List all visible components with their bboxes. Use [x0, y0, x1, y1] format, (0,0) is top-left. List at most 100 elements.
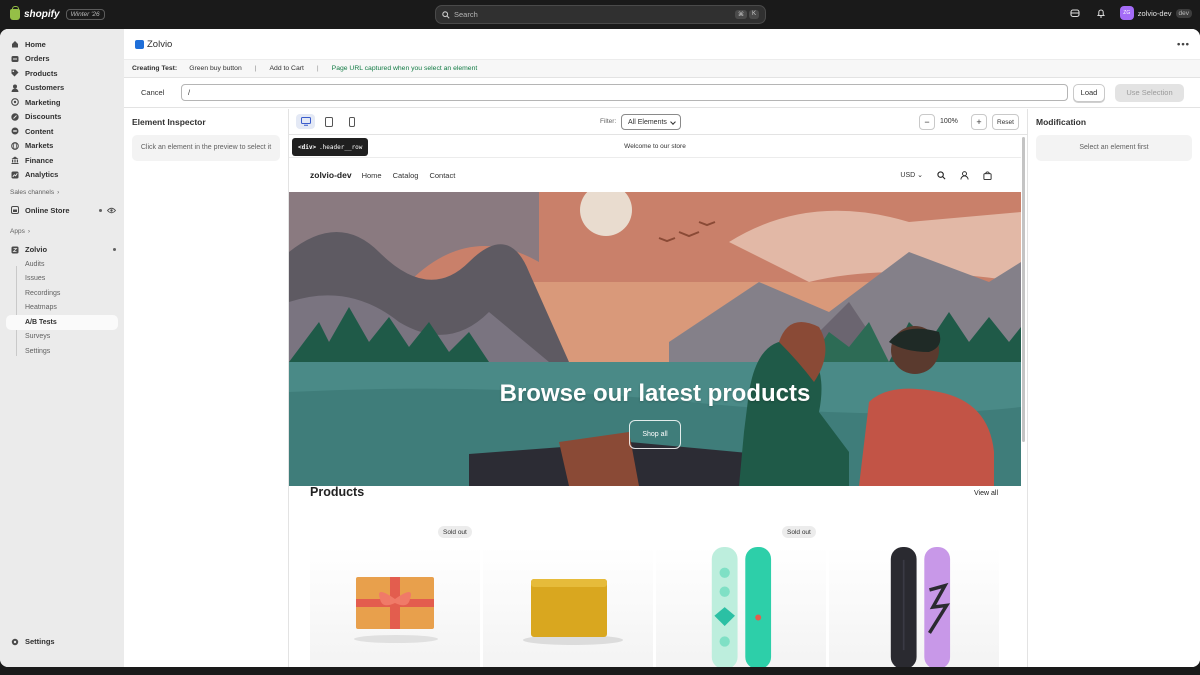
apps-header[interactable]: Apps ›: [0, 225, 124, 239]
sidebar-item-orders[interactable]: Orders: [0, 52, 124, 67]
app-title: Zolvio: [147, 38, 173, 50]
shortcut-k-key: K: [748, 10, 759, 19]
status-dot: [99, 208, 102, 212]
hero-title[interactable]: Browse our latest products: [289, 380, 1021, 408]
sidebar-settings-section: Settings: [0, 635, 124, 650]
discount-icon: [11, 113, 19, 121]
test-step: Add to Cart: [269, 65, 304, 72]
sidebar-subitem-ab-tests[interactable]: A/B Tests: [6, 315, 118, 330]
tooltip-selector: .header__row: [319, 143, 363, 151]
shop-all-button[interactable]: Shop all: [629, 420, 681, 449]
notification-bell-icon[interactable]: [1094, 6, 1108, 20]
product-image[interactable]: [829, 547, 999, 667]
sidebar-item-marketing[interactable]: Marketing: [0, 95, 124, 110]
zoom-out-button[interactable]: −: [919, 114, 935, 130]
currency-label: USD: [900, 172, 916, 179]
zoom-in-button[interactable]: +: [971, 114, 987, 130]
store-icon: [11, 206, 19, 215]
search-shortcut: ⌘ K: [734, 10, 759, 19]
top-right-actions: ZG zolvio-dev dev: [1068, 6, 1192, 20]
zolvio-app-icon: [11, 246, 19, 254]
separator: |: [316, 65, 319, 72]
product-card[interactable]: [829, 517, 999, 667]
sidebar-subitem-settings[interactable]: Settings: [0, 344, 124, 359]
cart-icon[interactable]: [983, 170, 992, 180]
sidebar-item-markets[interactable]: Markets: [0, 139, 124, 154]
store-menu-button[interactable]: ZG zolvio-dev dev: [1119, 6, 1192, 20]
store-preview[interactable]: Welcome to our store zolvio-dev Home Cat…: [289, 135, 1021, 667]
sidebar-item-analytics[interactable]: Analytics: [0, 168, 124, 183]
sidebar-subitem-recordings[interactable]: Recordings: [0, 286, 124, 301]
url-input[interactable]: /: [181, 84, 1068, 101]
apps-label: Apps: [10, 228, 25, 235]
product-card[interactable]: Sold out: [310, 517, 480, 667]
cancel-button[interactable]: Cancel: [141, 88, 181, 97]
sidebar-item-home[interactable]: Home: [0, 37, 124, 52]
creating-test-label: Creating Test:: [132, 65, 178, 72]
filter-select[interactable]: All Elements: [621, 114, 681, 130]
sidebar-item-settings[interactable]: Settings: [0, 635, 124, 650]
chevron-down-icon: ⌄: [917, 172, 923, 179]
sales-channels-label: Sales channels: [10, 188, 55, 196]
admin-frame: Home Orders Products Customers Marketing…: [0, 29, 1200, 667]
preview-scrollbar[interactable]: [1022, 137, 1025, 442]
sidebar-subitem-audits[interactable]: Audits: [0, 257, 124, 272]
sidebar-item-label: Home: [25, 39, 46, 49]
url-row: Cancel / Load Use Selection: [124, 78, 1200, 108]
load-button[interactable]: Load: [1073, 83, 1105, 102]
account-icon[interactable]: [960, 170, 969, 180]
sidebar-item-content[interactable]: Content: [0, 124, 124, 139]
tablet-view-button[interactable]: [319, 114, 338, 129]
mobile-view-button[interactable]: [342, 114, 361, 129]
desktop-view-button[interactable]: [296, 114, 315, 129]
element-hover-tooltip: <div> .header__row: [292, 138, 369, 156]
sidebar-item-customers[interactable]: Customers: [0, 81, 124, 96]
sales-channels-header[interactable]: Sales channels ›: [0, 185, 124, 199]
nav-link-contact[interactable]: Contact: [429, 171, 455, 180]
tablet-icon: [324, 116, 333, 127]
main-content: Zolvio ••• Creating Test: Green buy butt…: [124, 29, 1200, 667]
eye-icon[interactable]: [107, 207, 116, 214]
sidebar-item-products[interactable]: Products: [0, 66, 124, 81]
sidebar-item-label: Zolvio: [25, 245, 48, 255]
preview-area: Filter: All Elements − 100% + Reset Welc…: [289, 109, 1027, 667]
chevron-right-icon: ›: [27, 228, 30, 235]
sidebar-item-finance[interactable]: Finance: [0, 153, 124, 168]
zoom-level: 100%: [940, 118, 958, 125]
sidebar-subitem-heatmaps[interactable]: Heatmaps: [0, 301, 124, 316]
store-header[interactable]: zolvio-dev Home Catalog Contact USD ⌄: [289, 158, 1021, 192]
shopify-bag-icon: [10, 6, 20, 20]
shopify-logo[interactable]: shopify: [10, 6, 60, 20]
nav-link-home[interactable]: Home: [362, 171, 382, 180]
more-actions-button[interactable]: •••: [1177, 39, 1190, 50]
sidebar-subitem-issues[interactable]: Issues: [0, 272, 124, 287]
snowboard-purple-image: [890, 547, 951, 667]
nav-link-catalog[interactable]: Catalog: [393, 171, 419, 180]
element-inspector-panel: Element Inspector Click an element in th…: [124, 109, 289, 667]
online-store-actions: [99, 207, 116, 214]
snowboard-teal-image: [711, 547, 772, 667]
reset-zoom-button[interactable]: Reset: [992, 114, 1019, 130]
view-all-link[interactable]: View all: [974, 490, 998, 497]
products-heading[interactable]: Products: [310, 485, 364, 499]
sidebar-item-zolvio[interactable]: Zolvio: [0, 243, 124, 258]
sidebar-item-discounts[interactable]: Discounts: [0, 110, 124, 125]
sidebar-subitem-surveys[interactable]: Surveys: [0, 330, 124, 345]
announcement-bar[interactable]: Welcome to our store: [289, 135, 1021, 158]
sidebar: Home Orders Products Customers Marketing…: [0, 29, 124, 667]
store-logo-text[interactable]: zolvio-dev: [310, 170, 352, 180]
person-icon: [11, 84, 19, 92]
product-image[interactable]: [656, 547, 826, 667]
product-image[interactable]: [310, 547, 480, 667]
sidebar-item-online-store[interactable]: Online Store: [0, 203, 124, 218]
hero-banner[interactable]: Browse our latest products Shop all: [289, 192, 1021, 486]
search-input[interactable]: Search ⌘ K: [435, 5, 766, 24]
sidekick-icon[interactable]: [1068, 6, 1082, 20]
search-icon[interactable]: [937, 170, 946, 180]
test-name: Green buy button: [189, 65, 242, 72]
product-card[interactable]: [483, 517, 653, 667]
product-image[interactable]: [483, 547, 653, 667]
product-card[interactable]: Sold out: [656, 517, 826, 667]
use-selection-button[interactable]: Use Selection: [1115, 83, 1184, 102]
currency-selector[interactable]: USD ⌄: [900, 171, 923, 179]
